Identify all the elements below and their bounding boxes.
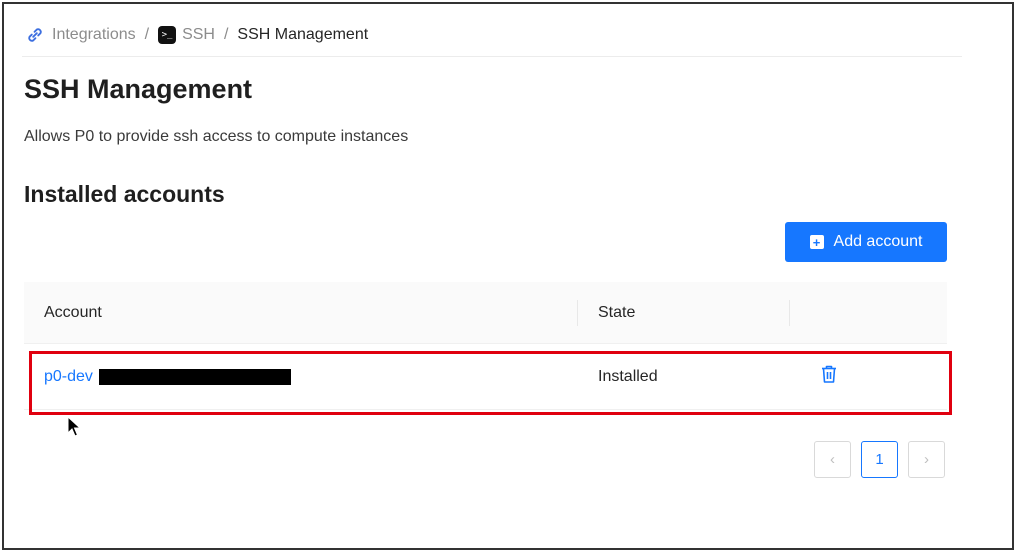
column-header-state: State [578,282,790,343]
terminal-icon: >_ [158,26,177,44]
table-row: p0-dev Installed [24,344,947,410]
add-account-label: Add account [833,233,923,250]
column-header-account-label: Account [44,303,102,321]
add-account-button[interactable]: + Add account [785,222,947,262]
mouse-cursor-icon [67,416,81,437]
table-header: Account State [24,282,947,344]
plus-square-icon: + [809,235,824,249]
section-title: Installed accounts [24,181,225,207]
pagination-next-button[interactable]: › [908,441,945,478]
page-title: SSH Management [24,74,253,104]
breadcrumb: Integrations / >_ SSH / SSH Management [24,22,368,48]
breadcrumb-separator: / [223,26,229,43]
actions-cell [790,364,947,389]
breadcrumb-ssh[interactable]: >_ SSH [158,26,215,44]
account-link[interactable]: p0-dev [44,368,93,386]
account-cell: p0-dev [24,368,578,386]
header-divider [22,56,962,57]
breadcrumb-integrations-label: Integrations [52,26,136,43]
column-header-account: Account [24,282,578,343]
breadcrumb-separator: / [144,26,150,43]
state-cell: Installed [598,367,658,385]
trash-icon[interactable] [820,364,838,384]
redacted-text [98,368,291,385]
breadcrumb-current: SSH Management [237,26,369,43]
breadcrumb-ssh-label: SSH [182,26,215,43]
pagination-page-1[interactable]: 1 [861,441,898,478]
breadcrumb-integrations[interactable]: Integrations [24,24,136,46]
pagination: ‹ 1 › [814,441,945,478]
column-header-actions [790,282,947,343]
column-header-state-label: State [598,303,636,321]
link-icon [28,28,42,42]
page-description: Allows P0 to provide ssh access to compu… [24,128,409,145]
accounts-table: Account State p0-dev Installed [24,282,947,410]
pagination-prev-button[interactable]: ‹ [814,441,851,478]
app-window: Integrations / >_ SSH / SSH Management S… [2,2,1014,550]
